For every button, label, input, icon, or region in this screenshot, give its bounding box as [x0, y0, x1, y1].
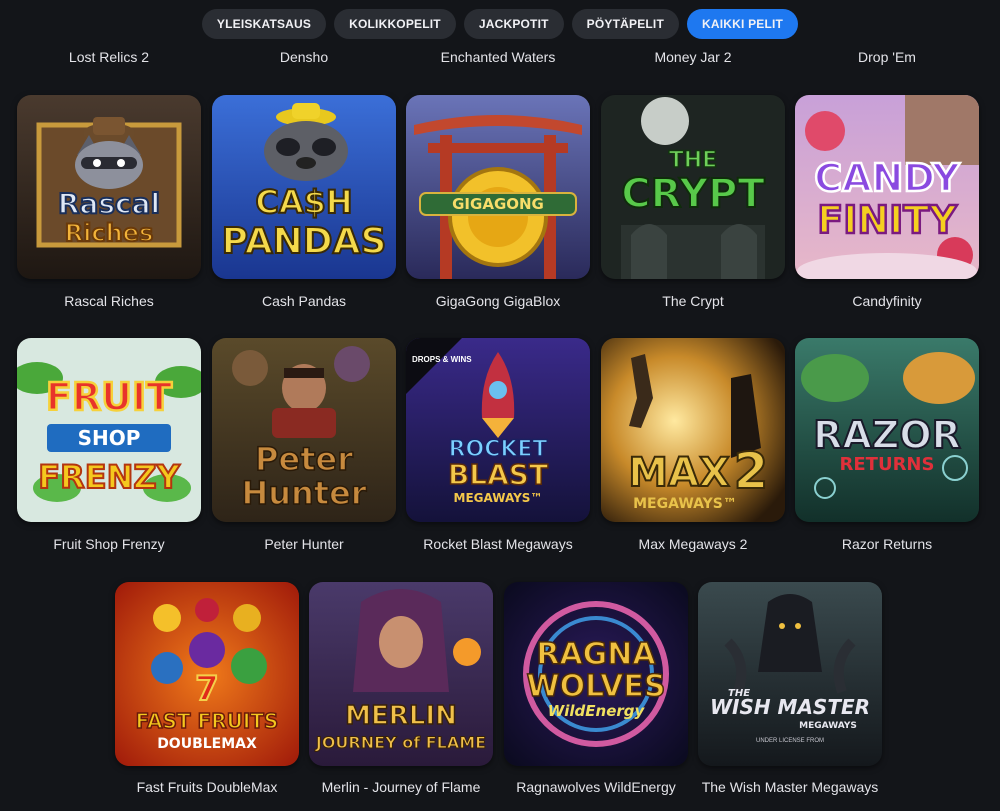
game-name-candyfinity[interactable]: Candyfinity [795, 293, 979, 309]
art-title-line: JOURNEY of FLAME [315, 733, 486, 752]
previous-row-names: Lost Relics 2 Densho Enchanted Waters Mo… [0, 49, 1000, 69]
art-title-line: UNDER LICENSE FROM [756, 738, 824, 744]
tab-yleiskatsaus[interactable]: YLEISKATSAUS [201, 9, 327, 39]
art-title-line: PANDAS [222, 221, 387, 262]
the-crypt-thumbnail: THE CRYPT [601, 95, 785, 279]
razor-returns-thumbnail: RAZOR RETURNS [795, 338, 979, 522]
game-tile-gigagong-gigablox[interactable]: GIGAGONG [406, 95, 590, 279]
game-name-lost-relics-2[interactable]: Lost Relics 2 [17, 49, 201, 65]
fruit-shop-frenzy-thumbnail: FRUIT SHOP FRENZY [17, 338, 201, 522]
art-title-line: MERLIN [345, 701, 457, 731]
game-name-the-crypt[interactable]: The Crypt [601, 293, 785, 309]
art-title-line: FRENZY [38, 458, 180, 496]
art-title-line: CANDY [814, 156, 960, 200]
art-title-line: GIGAGONG [452, 195, 544, 213]
game-name-cash-pandas[interactable]: Cash Pandas [212, 293, 396, 309]
game-name-rascal-riches[interactable]: Rascal Riches [17, 293, 201, 309]
art-title-line: RAZOR [813, 413, 961, 457]
game-tile-merlin-journey-of-flame[interactable]: MERLIN JOURNEY of FLAME [309, 582, 493, 766]
game-tile-rascal-riches[interactable]: Rascal Riches [17, 95, 201, 279]
art-title-line: MEGAWAYS™ [454, 491, 543, 505]
art-title-line: Rascal [58, 187, 160, 220]
art-title-line: THE [669, 148, 717, 173]
game-tile-fast-fruits-doublemax[interactable]: 7 FAST FRUITS DOUBLEMAX [115, 582, 299, 766]
game-tile-fruit-shop-frenzy[interactable]: FRUIT SHOP FRENZY [17, 338, 201, 522]
game-name-fast-fruits-doublemax[interactable]: Fast Fruits DoubleMax [115, 779, 299, 795]
art-title-line: WISH MASTER [710, 695, 870, 719]
art-title-line: MEGAWAYS [799, 721, 857, 731]
tab-jackpotit[interactable]: JACKPOTIT [463, 9, 564, 39]
art-digit: 7 [195, 669, 219, 709]
game-tile-rocket-blast-megaways[interactable]: DROPS & WINS ROCKET BLAST MEGAWAYS™ [406, 338, 590, 522]
game-tile-the-crypt[interactable]: THE CRYPT [601, 95, 785, 279]
art-title-line: Riches [65, 219, 154, 247]
art-title-line: RAGNA [536, 637, 656, 672]
art-title-line: FAST FRUITS [136, 709, 279, 733]
art-title-line: CRYPT [621, 171, 765, 217]
rascal-riches-thumbnail: Rascal Riches [17, 95, 201, 279]
game-name-max-megaways-2[interactable]: Max Megaways 2 [601, 536, 785, 552]
ragnawolves-thumbnail: RAGNA WOLVES WildEnergy [504, 582, 688, 766]
game-name-densho[interactable]: Densho [212, 49, 396, 65]
art-title-line: DOUBLEMAX [157, 736, 257, 752]
game-name-fruit-shop-frenzy[interactable]: Fruit Shop Frenzy [17, 536, 201, 552]
game-name-rocket-blast-megaways[interactable]: Rocket Blast Megaways [406, 536, 590, 552]
art-title-line: BLAST [448, 458, 548, 491]
art-title-line: MEGAWAYS™ [633, 496, 737, 512]
game-tile-the-wish-master-megaways[interactable]: THE WISH MASTER MEGAWAYS UNDER LICENSE F… [698, 582, 882, 766]
game-tile-ragnawolves-wildenergy[interactable]: RAGNA WOLVES WildEnergy [504, 582, 688, 766]
game-name-money-jar-2[interactable]: Money Jar 2 [601, 49, 785, 65]
fast-fruits-thumbnail: 7 FAST FRUITS DOUBLEMAX [115, 582, 299, 766]
peter-hunter-thumbnail: Peter Hunter [212, 338, 396, 522]
game-name-merlin-journey-of-flame[interactable]: Merlin - Journey of Flame [309, 779, 493, 795]
game-tile-max-megaways-2[interactable]: MAX 2 MEGAWAYS™ [601, 338, 785, 522]
art-title-line: 2 [734, 442, 769, 500]
tab-kolikkopelit[interactable]: KOLIKKOPELIT [334, 9, 456, 39]
gigagong-thumbnail: GIGAGONG [406, 95, 590, 279]
wish-master-thumbnail: THE WISH MASTER MEGAWAYS UNDER LICENSE F… [698, 582, 882, 766]
game-tile-razor-returns[interactable]: RAZOR RETURNS [795, 338, 979, 522]
tab-poytapelit[interactable]: PÖYTÄPELIT [571, 9, 679, 39]
game-name-drop-em[interactable]: Drop 'Em [795, 49, 979, 65]
art-title-line: CA$H [255, 183, 352, 221]
game-name-gigagong-gigablox[interactable]: GigaGong GigaBlox [406, 293, 590, 309]
art-title-line: Peter [255, 440, 353, 478]
art-title-line: FRUIT [46, 375, 172, 419]
game-name-peter-hunter[interactable]: Peter Hunter [212, 536, 396, 552]
game-tile-candyfinity[interactable]: CANDY FINITY [795, 95, 979, 279]
game-tile-peter-hunter[interactable]: Peter Hunter [212, 338, 396, 522]
art-title-line: WildEnergy [548, 702, 646, 720]
art-title-line: RETURNS [840, 454, 935, 475]
max-megaways-2-thumbnail: MAX 2 MEGAWAYS™ [601, 338, 785, 522]
drops-wins-badge: DROPS & WINS [412, 355, 472, 364]
candyfinity-thumbnail: CANDY FINITY [795, 95, 979, 279]
merlin-thumbnail: MERLIN JOURNEY of FLAME [309, 582, 493, 766]
art-title-line: SHOP [78, 426, 141, 450]
category-tabs: YLEISKATSAUS KOLIKKOPELIT JACKPOTIT PÖYT… [0, 9, 1000, 39]
game-name-ragnawolves-wildenergy[interactable]: Ragnawolves WildEnergy [504, 779, 688, 795]
art-title-line: Hunter [241, 474, 366, 512]
tab-kaikki-pelit[interactable]: KAIKKI PELIT [687, 9, 799, 39]
game-name-razor-returns[interactable]: Razor Returns [795, 536, 979, 552]
art-title-line: WOLVES [527, 669, 666, 704]
art-title-line: FINITY [817, 198, 957, 242]
game-name-the-wish-master-megaways[interactable]: The Wish Master Megaways [698, 779, 882, 795]
cash-pandas-thumbnail: CA$H PANDAS [212, 95, 396, 279]
rocket-blast-thumbnail: DROPS & WINS ROCKET BLAST MEGAWAYS™ [406, 338, 590, 522]
art-title-line: MAX [628, 450, 730, 496]
game-tile-cash-pandas[interactable]: CA$H PANDAS [212, 95, 396, 279]
game-name-enchanted-waters[interactable]: Enchanted Waters [406, 49, 590, 65]
